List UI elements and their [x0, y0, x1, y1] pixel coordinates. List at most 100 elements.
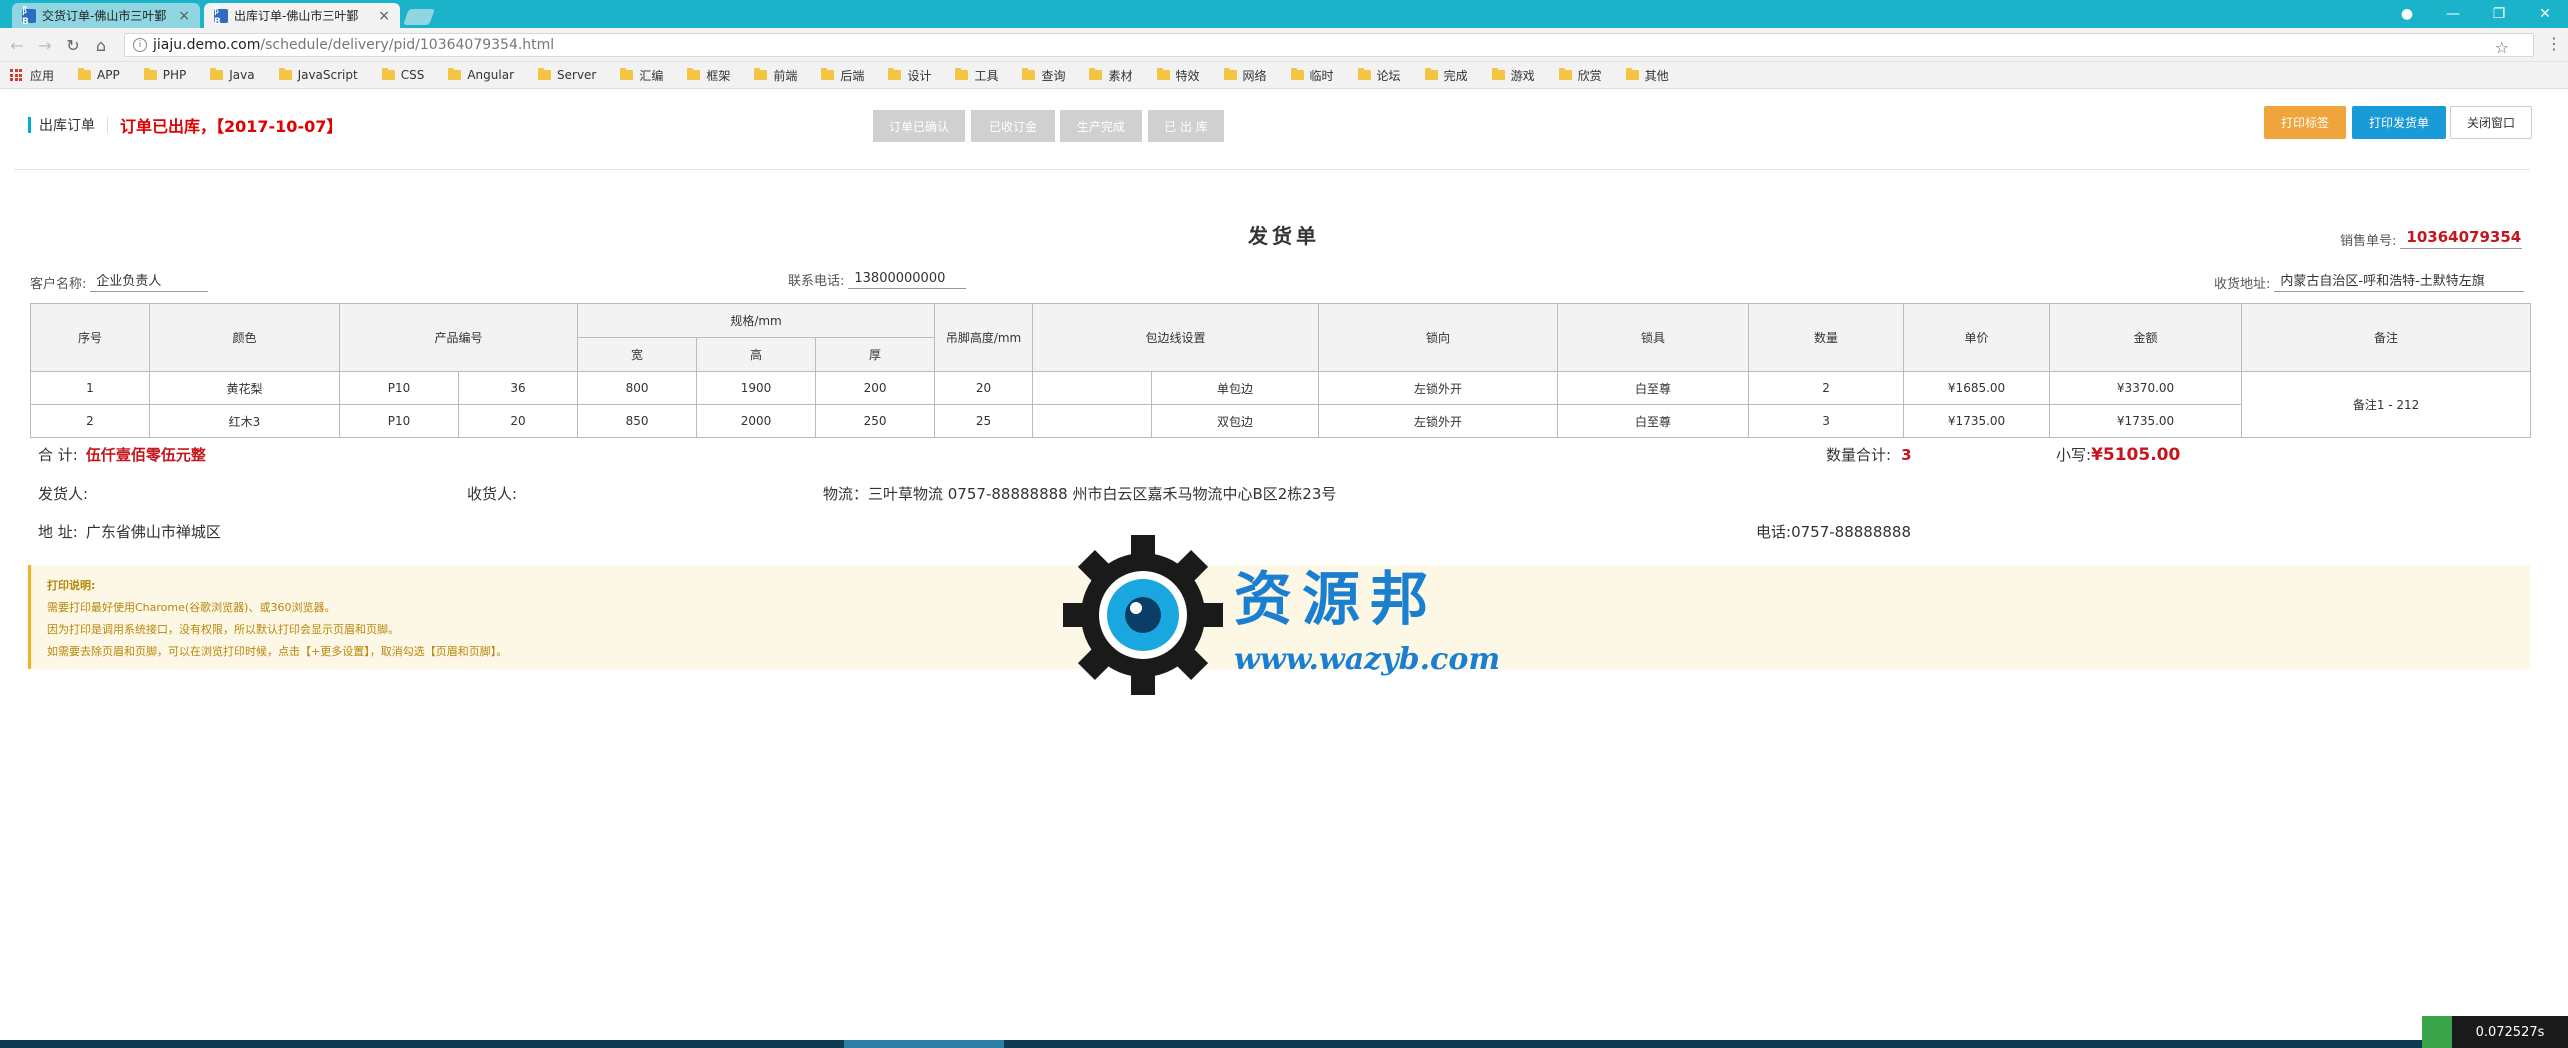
bookmark-item[interactable]: 汇编: [620, 67, 663, 84]
bookmark-label: 素材: [1108, 68, 1133, 83]
bookmark-item[interactable]: 欣赏: [1558, 67, 1602, 84]
shipper-address: 广东省佛山市禅城区: [85, 523, 221, 541]
bookmark-item[interactable]: JavaScript: [278, 68, 358, 82]
bookmark-label: 特效: [1175, 68, 1200, 83]
info-icon[interactable]: i: [133, 38, 147, 52]
minimize-icon[interactable]: —: [2430, 0, 2476, 28]
url-input[interactable]: i jiaju.demo.com /schedule/delivery/pid/…: [124, 33, 2534, 57]
close-icon[interactable]: ×: [178, 8, 190, 24]
bookmark-item[interactable]: 查询: [1022, 67, 1065, 84]
folder-icon: [1424, 68, 1438, 80]
folder-icon: [381, 68, 395, 80]
step-order-confirmed: 订单已确认: [873, 110, 965, 142]
bookmark-item[interactable]: 网络: [1223, 67, 1267, 84]
cell-seq: 2: [30, 404, 150, 438]
cell-thick: 250: [815, 404, 936, 438]
step-deposit-received: 已收订金: [971, 110, 1055, 142]
print-delivery-button[interactable]: 打印发货单: [2352, 106, 2446, 139]
bookmark-item[interactable]: APP: [78, 68, 120, 82]
forward-icon[interactable]: →: [34, 34, 56, 56]
folder-icon: [955, 68, 969, 80]
cell-lock: 白至尊: [1557, 371, 1750, 405]
folder-icon: [1089, 68, 1103, 80]
bookmark-item[interactable]: 完成: [1424, 67, 1468, 84]
bookmark-item[interactable]: Angular: [448, 68, 514, 82]
bookmark-star-icon[interactable]: ☆: [2495, 38, 2509, 57]
new-tab-button[interactable]: [403, 9, 435, 25]
header-spec: 规格/mm: [577, 303, 936, 338]
close-window-button[interactable]: 关闭窗口: [2450, 106, 2532, 139]
phone-label: 联系电话:: [788, 274, 845, 289]
accent-bar: [28, 117, 31, 133]
cell-height: 2000: [696, 404, 817, 438]
bookmark-item[interactable]: 特效: [1156, 67, 1200, 84]
browser-menu-icon[interactable]: ⋮: [2546, 34, 2562, 53]
bookmark-item[interactable]: Java: [210, 68, 255, 82]
phone-field: 联系电话: 13800000000: [788, 270, 967, 289]
total-row: 合 计: 伍仟壹佰零伍元整: [38, 444, 206, 465]
small-total-row: 小写: ¥5105.00: [2056, 444, 2180, 465]
bookmark-item[interactable]: 应用: [30, 67, 54, 84]
bookmark-label: JavaScript: [297, 68, 358, 82]
tab-label: 出库订单-佛山市三叶鄞: [234, 9, 359, 23]
tab-delivery-order[interactable]: 阝B 交货订单-佛山市三叶鄞 ×: [12, 3, 200, 28]
bookmark-item[interactable]: 游戏: [1491, 67, 1535, 84]
bookmark-label: PHP: [162, 68, 187, 82]
site-favicon-icon: 阝B: [22, 7, 36, 27]
back-icon[interactable]: ←: [6, 34, 28, 56]
scrollbar[interactable]: [2554, 90, 2568, 1040]
folder-icon: [1290, 68, 1304, 80]
folder-icon: [821, 68, 835, 80]
cell-color: 黄花梨: [149, 371, 340, 405]
bookmark-item[interactable]: 临时: [1290, 67, 1334, 84]
folder-icon: [448, 68, 462, 80]
bookmark-label: 框架: [706, 68, 731, 83]
bookmark-item[interactable]: PHP: [143, 68, 187, 82]
print-label-button[interactable]: 打印标签: [2264, 106, 2346, 139]
bookmark-item[interactable]: 素材: [1089, 67, 1133, 84]
bookmark-label: 临时: [1309, 68, 1334, 83]
bookmark-item[interactable]: 设计: [888, 67, 931, 84]
folder-icon: [1022, 68, 1036, 80]
step-shipped: 已 出 库: [1148, 110, 1224, 142]
tab-outbound-order[interactable]: 阝B 出库订单-佛山市三叶鄞 ×: [204, 3, 400, 28]
close-icon[interactable]: ×: [378, 8, 390, 24]
bookmark-item[interactable]: CSS: [381, 68, 425, 82]
cell-product-sub: 20: [457, 404, 579, 438]
apps-grid-icon[interactable]: [10, 69, 22, 81]
bookmark-item[interactable]: Server: [538, 68, 596, 82]
header-lock-direction: 锁向: [1318, 303, 1559, 372]
folder-icon: [888, 68, 902, 80]
bookmark-item[interactable]: 前端: [754, 67, 797, 84]
cell-edge-a: [1032, 404, 1153, 438]
cell-lock: 白至尊: [1557, 404, 1750, 438]
home-icon[interactable]: ⌂: [90, 34, 112, 56]
order-number: 10364079354: [2400, 228, 2523, 249]
bookmark-item[interactable]: 论坛: [1357, 67, 1401, 84]
bookmark-label: 设计: [907, 68, 932, 83]
debug-logo-icon[interactable]: [2422, 1016, 2452, 1048]
bookmark-label: CSS: [400, 68, 425, 82]
folder-icon: [78, 68, 92, 80]
bookmark-item[interactable]: 其他: [1625, 67, 1669, 84]
taskbar-active-item[interactable]: [844, 1040, 1004, 1048]
user-profile-icon[interactable]: ●: [2384, 0, 2430, 28]
qty-total-row: 数量合计: 3: [1826, 444, 1912, 465]
cell-foot: 25: [934, 404, 1034, 438]
reload-icon[interactable]: ↻: [62, 34, 84, 56]
page-header: [14, 110, 2530, 170]
address-field: 收货地址: 内蒙古自治区-呼和浩特-土默特左旗: [2214, 270, 2525, 292]
restore-icon[interactable]: ❐: [2476, 0, 2522, 28]
address-row-label: 地 址:: [38, 523, 78, 541]
bookmark-item[interactable]: 工具: [955, 67, 998, 84]
window-close-icon[interactable]: ✕: [2522, 0, 2568, 28]
bookmark-item[interactable]: 框架: [687, 67, 730, 84]
cell-product-no: P10: [339, 404, 459, 438]
tel-label: 电话:: [1756, 523, 1792, 541]
bookmark-item[interactable]: 后端: [821, 67, 864, 84]
customer-field: 客户名称: 企业负责人: [30, 270, 209, 292]
cell-foot: 20: [934, 371, 1034, 405]
browser-titlebar: 阝B 交货订单-佛山市三叶鄞 × 阝B 出库订单-佛山市三叶鄞 × ● — ❐ …: [0, 0, 2568, 28]
folder-icon: [278, 68, 292, 80]
logistics-info: 物流：三叶草物流 0757-88888888 州市白云区嘉禾马物流中心B区2栋2…: [823, 485, 1337, 503]
